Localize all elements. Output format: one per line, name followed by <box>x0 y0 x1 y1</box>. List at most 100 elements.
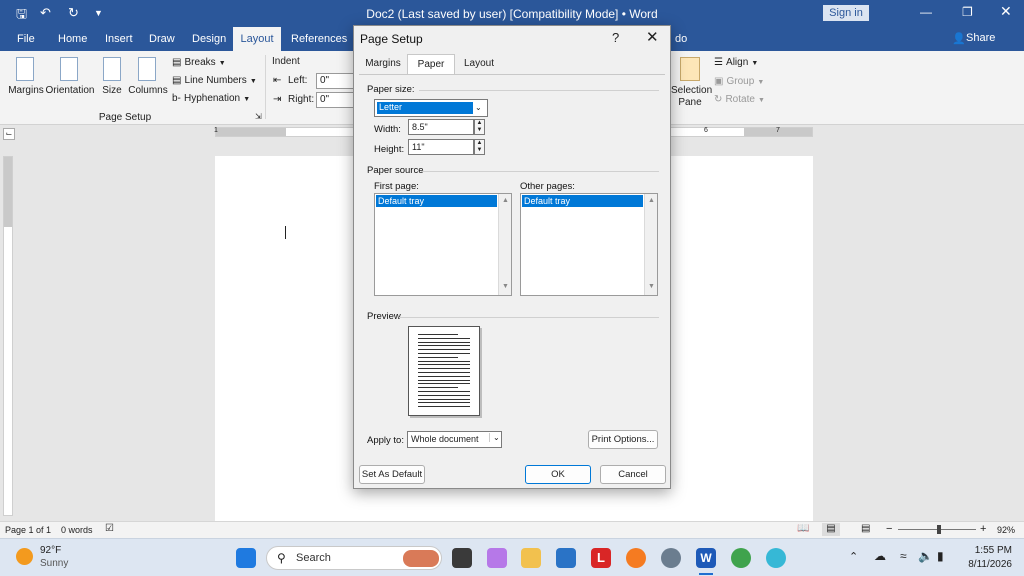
preview-line <box>418 394 470 396</box>
close-icon[interactable]: ✕ <box>1000 3 1012 20</box>
app-l-icon[interactable]: L <box>591 548 611 568</box>
word-count[interactable]: 0 words <box>61 525 93 535</box>
weather-temperature[interactable]: 92°F <box>40 545 61 556</box>
line-numbers-button[interactable]: ▤ Line Numbers ▼ <box>172 74 262 88</box>
vertical-ruler[interactable] <box>3 156 13 516</box>
orientation-button[interactable]: Orientation <box>44 55 96 105</box>
zoom-level[interactable]: 92% <box>997 525 1015 535</box>
restore-icon[interactable]: ❐ <box>962 5 973 19</box>
tab-layout[interactable]: Layout <box>456 54 502 74</box>
columns-button[interactable]: Columns <box>128 55 168 105</box>
dialog-title: Page Setup <box>360 32 423 46</box>
clock-date[interactable]: 8/11/2026 <box>954 559 1012 570</box>
scroll-down-icon[interactable]: ▼ <box>499 283 512 290</box>
hyphenation-button[interactable]: b‐ Hyphenation ▼ <box>172 92 262 106</box>
indent-left-icon: ⇤ <box>273 75 282 86</box>
chevron-up-icon[interactable]: ⌃ <box>849 550 858 563</box>
print-options-button[interactable]: Print Options... <box>588 430 658 449</box>
zoom-slider-thumb[interactable] <box>936 525 941 534</box>
settings-icon[interactable] <box>661 548 681 568</box>
tab-selector-icon[interactable]: ⌙ <box>3 128 15 140</box>
microsoft-store-icon[interactable] <box>556 548 576 568</box>
share-button[interactable]: Share <box>966 32 995 44</box>
taskbar-search[interactable]: ⚲ Search <box>266 546 442 570</box>
other-pages-selected-item[interactable]: Default tray <box>522 195 643 207</box>
zoom-in-icon[interactable]: + <box>980 523 986 535</box>
size-button[interactable]: Size <box>100 55 124 105</box>
file-explorer-icon[interactable] <box>521 548 541 568</box>
group-button[interactable]: ▣ Group ▼ <box>714 75 774 87</box>
cancel-button[interactable]: Cancel <box>600 465 666 484</box>
paper-size-select[interactable]: Letter ⌄ <box>374 99 488 117</box>
apply-to-label: Apply to: <box>367 435 404 446</box>
preview-line <box>418 341 470 343</box>
tab-draw[interactable]: Draw <box>147 27 177 51</box>
minimize-icon[interactable]: — <box>920 5 932 19</box>
word-icon[interactable]: W <box>696 548 716 568</box>
firefox-icon[interactable] <box>626 548 646 568</box>
tab-references[interactable]: References <box>289 27 349 51</box>
chrome-icon[interactable] <box>731 548 751 568</box>
indent-left-label: Left: <box>288 75 308 86</box>
tab-insert[interactable]: Insert <box>103 27 135 51</box>
zoom-out-icon[interactable]: − <box>886 523 892 535</box>
align-button[interactable]: ☰ Align ▼ <box>714 56 774 68</box>
selection-pane-button[interactable]: Selection Pane <box>671 55 712 111</box>
windows-start-icon[interactable] <box>236 548 256 568</box>
ok-button[interactable]: OK <box>525 465 591 484</box>
battery-icon[interactable]: ▮ <box>937 549 944 563</box>
tab-tell-me[interactable]: do <box>673 27 689 51</box>
scroll-up-icon[interactable]: ▲ <box>499 197 512 204</box>
set-as-default-button[interactable]: Set As Default <box>359 465 425 484</box>
sign-in-button[interactable]: Sign in <box>823 5 869 21</box>
first-page-selected-item[interactable]: Default tray <box>376 195 497 207</box>
tab-paper[interactable]: Paper <box>407 54 455 75</box>
scroll-up-icon[interactable]: ▲ <box>645 197 658 204</box>
copilot-icon[interactable] <box>487 548 507 568</box>
wifi-icon[interactable]: ≈ <box>900 549 907 563</box>
height-spinner[interactable]: ▲ ▼ <box>474 139 485 155</box>
other-pages-list[interactable]: Default tray ▲ ▼ <box>520 193 658 296</box>
cloud-off-icon[interactable]: ☁ <box>874 549 886 563</box>
width-input[interactable]: 8.5" <box>408 119 474 135</box>
indent-right-input[interactable]: 0" <box>316 92 354 108</box>
task-view-icon[interactable] <box>452 548 472 568</box>
search-placeholder: Search <box>296 552 331 564</box>
rotate-button[interactable]: ↻ Rotate ▼ <box>714 93 774 105</box>
volume-icon[interactable]: 🔈 <box>918 549 933 563</box>
indent-left-input[interactable]: 0" <box>316 73 354 89</box>
width-spinner[interactable]: ▲ ▼ <box>474 119 485 135</box>
weather-condition[interactable]: Sunny <box>40 558 68 569</box>
page-count[interactable]: Page 1 of 1 <box>5 525 51 535</box>
dialog-launcher-icon[interactable]: ⇲ <box>255 112 262 121</box>
clock-time[interactable]: 1:55 PM <box>962 545 1012 556</box>
margins-button[interactable]: Margins <box>8 55 44 105</box>
other-pages-scrollbar[interactable]: ▲ ▼ <box>644 194 657 295</box>
print-layout-icon[interactable]: ▤ <box>822 523 840 536</box>
preview-line <box>418 391 470 392</box>
weather-sun-icon[interactable] <box>16 548 33 565</box>
first-page-scrollbar[interactable]: ▲ ▼ <box>498 194 511 295</box>
tab-margins[interactable]: Margins <box>360 54 406 74</box>
preview-line <box>418 345 470 347</box>
other-pages-label: Other pages: <box>520 181 575 192</box>
apply-to-select[interactable]: Whole document ⌄ <box>407 431 502 448</box>
tab-design[interactable]: Design <box>190 27 228 51</box>
tab-home[interactable]: Home <box>56 27 89 51</box>
title-bar: 🖫 ↶ ↻ ▼ Doc2 (Last saved by user) [Compa… <box>0 0 1024 27</box>
breaks-button[interactable]: ▤ Breaks ▼ <box>172 56 252 70</box>
height-input[interactable]: 11" <box>408 139 474 155</box>
tab-file[interactable]: File <box>15 27 37 51</box>
tab-layout[interactable]: Layout <box>233 27 281 51</box>
close-icon[interactable]: ✕ <box>646 28 659 46</box>
proofing-icon[interactable]: ☑ <box>105 523 114 534</box>
first-page-list[interactable]: Default tray ▲ ▼ <box>374 193 512 296</box>
read-mode-icon[interactable]: 📖 <box>797 523 809 534</box>
scroll-down-icon[interactable]: ▼ <box>645 283 658 290</box>
preview-line <box>418 406 470 408</box>
separator <box>419 90 659 91</box>
web-layout-icon[interactable]: ▤ <box>861 523 870 534</box>
help-button[interactable]: ? <box>612 30 619 45</box>
ruler-number: 7 <box>776 127 780 134</box>
photos-icon[interactable] <box>766 548 786 568</box>
